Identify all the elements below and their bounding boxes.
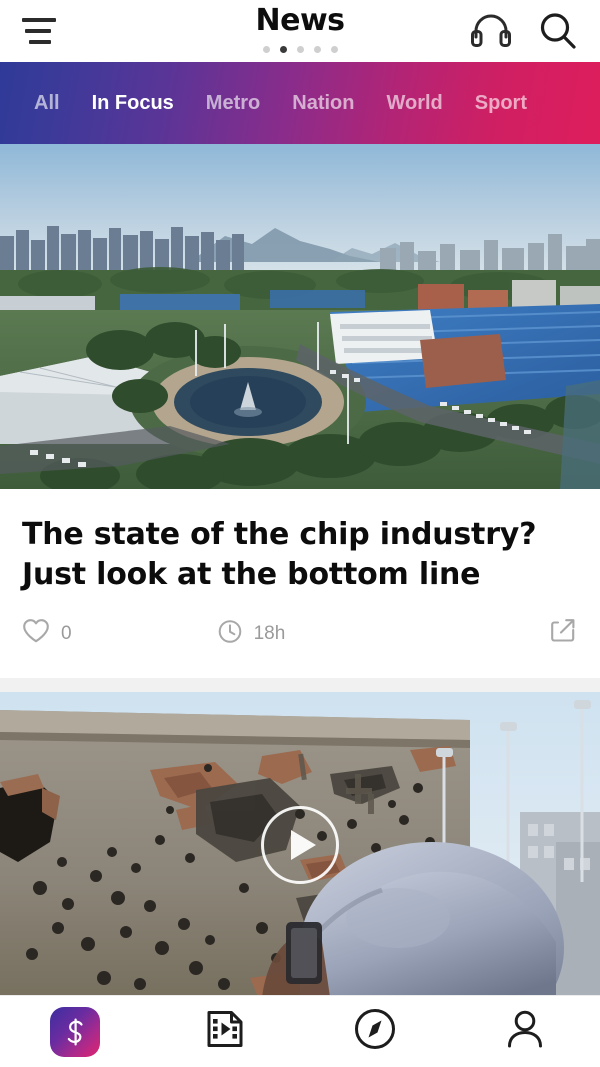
- heart-icon: [22, 618, 50, 650]
- play-icon: [291, 829, 316, 860]
- time-ago-label: 18h: [253, 623, 286, 645]
- video-card[interactable]: [0, 692, 600, 995]
- article-meta-row: 0 18h: [0, 594, 600, 678]
- tab-nation[interactable]: Nation: [276, 62, 370, 113]
- article-card[interactable]: The state of the chip industry? Just loo…: [0, 144, 600, 679]
- article-feed[interactable]: The state of the chip industry? Just loo…: [0, 144, 600, 995]
- nav-video[interactable]: [150, 1006, 300, 1057]
- pager-dot-4[interactable]: [313, 46, 321, 53]
- pager-dot-2[interactable]: [279, 46, 287, 53]
- tab-label: In Focus: [91, 92, 174, 114]
- tab-label: All: [34, 92, 60, 114]
- tab-metro[interactable]: Metro: [190, 62, 276, 113]
- play-button[interactable]: [261, 805, 339, 884]
- bottom-navigation-bar: [0, 995, 600, 1067]
- video-file-icon: [202, 1006, 248, 1057]
- pager-dot-1[interactable]: [262, 46, 270, 53]
- pager-dot-5[interactable]: [330, 46, 338, 53]
- header-actions: [470, 11, 578, 51]
- tab-label: Metro: [205, 92, 261, 114]
- pager-dot-3[interactable]: [296, 46, 304, 53]
- app-header: News: [0, 0, 600, 62]
- person-icon: [502, 1006, 548, 1057]
- nav-home[interactable]: [0, 1006, 150, 1057]
- headphones-icon[interactable]: [470, 14, 512, 48]
- tab-label: Sport: [474, 92, 527, 114]
- tab-world[interactable]: World: [370, 62, 458, 113]
- search-icon[interactable]: [538, 11, 578, 51]
- tab-label: World: [386, 92, 443, 114]
- category-tab-bar: All In Focus Metro Nation World Sport: [0, 62, 600, 148]
- clock-icon: [217, 618, 243, 650]
- feed-divider: [0, 678, 600, 693]
- compass-icon: [352, 1006, 398, 1057]
- timestamp: 18h: [217, 618, 286, 650]
- tab-sport[interactable]: Sport: [459, 62, 543, 113]
- page-title: News: [255, 3, 345, 38]
- page-indicator-dots: [262, 46, 338, 53]
- like-button[interactable]: 0: [22, 618, 72, 650]
- news-app-screen: News All In Focus Metro Nation World Spo…: [0, 0, 600, 1067]
- tab-all[interactable]: All: [18, 62, 76, 113]
- like-count: 0: [61, 623, 72, 645]
- article-headline[interactable]: The state of the chip industry? Just loo…: [0, 489, 600, 594]
- tab-label: Nation: [292, 92, 355, 114]
- hamburger-menu-icon[interactable]: [22, 11, 66, 51]
- share-button[interactable]: [548, 616, 578, 652]
- share-icon: [548, 619, 578, 651]
- nav-discover[interactable]: [300, 1006, 450, 1057]
- tab-in-focus[interactable]: In Focus: [76, 62, 190, 148]
- app-logo-s-icon: [50, 1006, 100, 1057]
- article-hero-image[interactable]: [0, 144, 600, 489]
- nav-profile[interactable]: [450, 1006, 600, 1057]
